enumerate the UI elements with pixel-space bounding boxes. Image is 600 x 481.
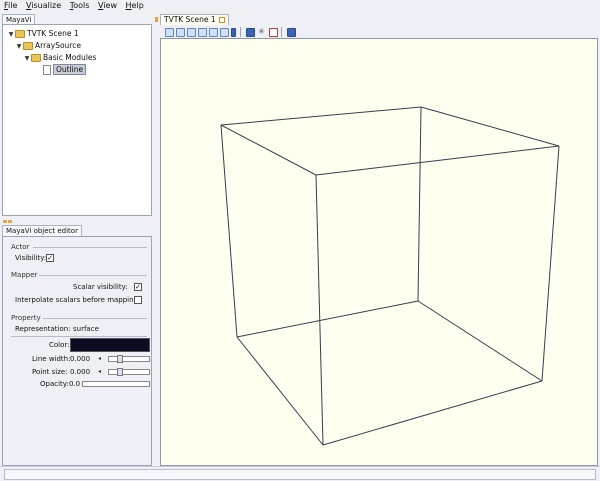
actor-group-title: Actor — [11, 243, 30, 251]
view-z-negative-icon[interactable] — [220, 28, 229, 37]
isometric-view-icon[interactable] — [231, 28, 236, 37]
group-divider — [43, 318, 147, 319]
color-swatch[interactable] — [70, 338, 150, 352]
cube-edge — [315, 174, 324, 446]
cube-edge — [322, 380, 543, 446]
expand-arrow-icon[interactable]: ▼ — [7, 29, 15, 40]
pipeline-tree: ▼ TVTK Scene 1 ▼ ArraySource ▼ Basic Module… — [2, 24, 152, 216]
expand-arrow-icon[interactable]: ▼ — [15, 41, 23, 52]
point-size-slider[interactable] — [108, 369, 150, 375]
opacity-label: Opacity: — [40, 380, 69, 388]
render-viewport[interactable] — [160, 38, 598, 466]
tree-item-label: TVTK Scene 1 — [27, 29, 79, 38]
toolbar-separator — [281, 27, 282, 37]
slider-handle[interactable] — [117, 368, 123, 376]
menu-view[interactable]: View — [96, 0, 119, 11]
line-width-label: Line width: — [32, 355, 71, 363]
scene-tab-label: TVTK Scene 1 — [164, 15, 216, 24]
point-size-label: Point size: — [32, 368, 68, 376]
interpolate-scalars-checkbox[interactable] — [134, 296, 142, 304]
tree-item-label: ArraySource — [35, 41, 81, 50]
tree-item-outline[interactable]: Outline — [43, 64, 87, 75]
menu-tools[interactable]: Tools — [68, 0, 92, 11]
group-divider — [39, 275, 147, 276]
scalar-visibility-checkbox[interactable]: ✓ — [134, 283, 142, 291]
view-z-positive-icon[interactable] — [209, 28, 218, 37]
slider-handle[interactable] — [117, 355, 123, 363]
save-icon[interactable] — [287, 28, 296, 37]
group-divider — [33, 247, 147, 248]
tree-item-arraysource[interactable]: ▼ ArraySource — [15, 40, 81, 51]
menu-bar: File Visualize Tools View Help — [0, 0, 600, 11]
folder-icon — [15, 30, 25, 38]
view-y-negative-icon[interactable] — [198, 28, 207, 37]
cube-edge — [541, 145, 560, 382]
folder-icon — [23, 42, 33, 50]
arrow-left-icon[interactable]: ◂ — [98, 368, 101, 375]
tab-object-editor[interactable]: MayaVi object editor — [2, 225, 82, 236]
cube-edge — [220, 124, 238, 338]
view-x-negative-icon[interactable] — [176, 28, 185, 37]
full-screen-icon[interactable] — [269, 28, 278, 37]
cube-edge — [220, 106, 422, 126]
menu-visualize[interactable]: Visualize — [24, 0, 63, 11]
tree-item-basic-modules[interactable]: ▼ Basic Modules — [23, 52, 96, 63]
view-y-positive-icon[interactable] — [187, 28, 196, 37]
line-width-slider[interactable] — [108, 356, 150, 362]
cube-edge — [220, 124, 317, 176]
line-width-value[interactable]: 0.000 — [70, 355, 90, 363]
cube-edge — [236, 300, 419, 338]
tab-tvtk-scene[interactable]: TVTK Scene 1 — [160, 14, 229, 25]
file-icon — [43, 65, 51, 75]
menu-file[interactable]: File — [2, 0, 19, 11]
interpolate-scalars-label: Interpolate scalars before mapping: — [15, 296, 141, 304]
property-group-title: Property — [11, 314, 41, 322]
close-icon[interactable] — [218, 17, 225, 23]
tree-item-label: Outline — [53, 64, 87, 75]
tree-item-label: Basic Modules — [43, 53, 97, 62]
toolbar-separator — [240, 27, 241, 37]
arrow-left-icon[interactable]: ◂ — [98, 355, 101, 362]
cube-edge — [417, 106, 422, 302]
left-dock: MayaVi ▼ TVTK Scene 1 ▼ ArraySource ▼ Basic… — [0, 11, 154, 466]
cube-edge — [417, 300, 543, 382]
opacity-slider[interactable] — [82, 381, 150, 387]
mapper-group-title: Mapper — [11, 271, 38, 279]
point-size-value[interactable]: 0.000 — [70, 368, 90, 376]
status-bar — [0, 466, 600, 481]
view-x-positive-icon[interactable] — [165, 28, 174, 37]
scalar-visibility-label: Scalar visibility: — [73, 283, 128, 291]
parallel-projection-icon[interactable] — [246, 28, 255, 37]
opacity-value[interactable]: 0.0 — [69, 380, 80, 388]
cube-edge — [236, 336, 324, 446]
representation-label: Representation: — [15, 325, 71, 333]
splitter-handle[interactable] — [8, 220, 12, 223]
representation-value[interactable]: surface — [73, 325, 99, 333]
color-label: Color: — [49, 341, 70, 349]
outline-cube — [220, 106, 560, 446]
group-divider — [11, 336, 147, 337]
dock-handle-icon[interactable] — [155, 17, 158, 22]
cube-edge — [420, 106, 560, 147]
scene-toolbar: ✳ — [160, 26, 598, 38]
folder-icon — [31, 54, 41, 62]
tree-item-scene[interactable]: ▼ TVTK Scene 1 — [7, 28, 79, 39]
splitter-handle[interactable] — [3, 220, 7, 223]
axes-icon[interactable]: ✳ — [258, 28, 265, 36]
cube-edge — [315, 145, 560, 176]
menu-help[interactable]: Help — [124, 0, 146, 11]
object-editor: Actor Visibility: ✓ Mapper Scalar visibi… — [2, 236, 152, 466]
status-text — [4, 469, 596, 480]
visibility-checkbox[interactable]: ✓ — [46, 254, 54, 262]
visibility-label: Visibility: — [15, 254, 47, 262]
expand-arrow-icon[interactable]: ▼ — [23, 53, 31, 64]
